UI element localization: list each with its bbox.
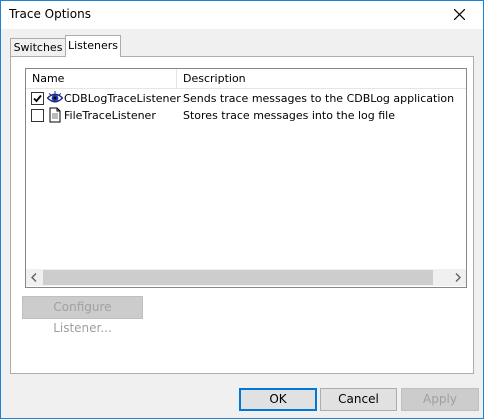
chevron-right-icon xyxy=(455,273,461,282)
column-header-name[interactable]: Name xyxy=(26,69,177,88)
tab-strip: Switches Listeners xyxy=(1,34,483,58)
listener-description: Stores trace messages into the log file xyxy=(183,109,395,122)
configure-listener-button[interactable]: Configure Listener... xyxy=(22,296,143,335)
eye-icon xyxy=(47,91,63,103)
listener-description: Sends trace messages to the CDBLog appli… xyxy=(183,92,455,105)
trace-options-dialog: Trace Options Switches Listeners Name De… xyxy=(0,0,484,419)
column-header-description[interactable]: Description xyxy=(177,69,466,88)
tab-listeners[interactable]: Listeners xyxy=(65,35,121,57)
list-item[interactable]: FileTraceListener Stores trace messages … xyxy=(26,107,466,124)
listener-name: FileTraceListener xyxy=(64,109,156,122)
scroll-right-button[interactable] xyxy=(449,269,466,286)
list-header: Name Description xyxy=(26,69,466,89)
window-title: Trace Options xyxy=(9,7,91,21)
close-button[interactable] xyxy=(437,1,483,29)
cancel-button[interactable]: Cancel xyxy=(320,388,397,411)
ok-button[interactable]: OK xyxy=(239,388,317,411)
listener-checkbox[interactable] xyxy=(31,92,44,105)
listeners-list[interactable]: Name Description CDBLogTraceListener Sen… xyxy=(25,68,467,288)
scrollbar-thumb[interactable] xyxy=(43,270,433,285)
horizontal-scrollbar[interactable] xyxy=(26,269,466,286)
tab-switches[interactable]: Switches xyxy=(10,38,66,56)
scroll-left-button[interactable] xyxy=(26,269,43,286)
close-icon xyxy=(454,9,465,20)
apply-button[interactable]: Apply xyxy=(401,388,479,411)
checkmark-icon xyxy=(33,94,42,103)
chevron-left-icon xyxy=(31,273,37,282)
document-icon xyxy=(49,107,61,123)
listener-name: CDBLogTraceListener xyxy=(64,92,181,105)
title-bar: Trace Options xyxy=(1,1,483,29)
listener-checkbox[interactable] xyxy=(31,109,44,122)
listeners-tab-panel: Name Description CDBLogTraceListener Sen… xyxy=(10,56,474,374)
list-item[interactable]: CDBLogTraceListener Sends trace messages… xyxy=(26,90,466,107)
